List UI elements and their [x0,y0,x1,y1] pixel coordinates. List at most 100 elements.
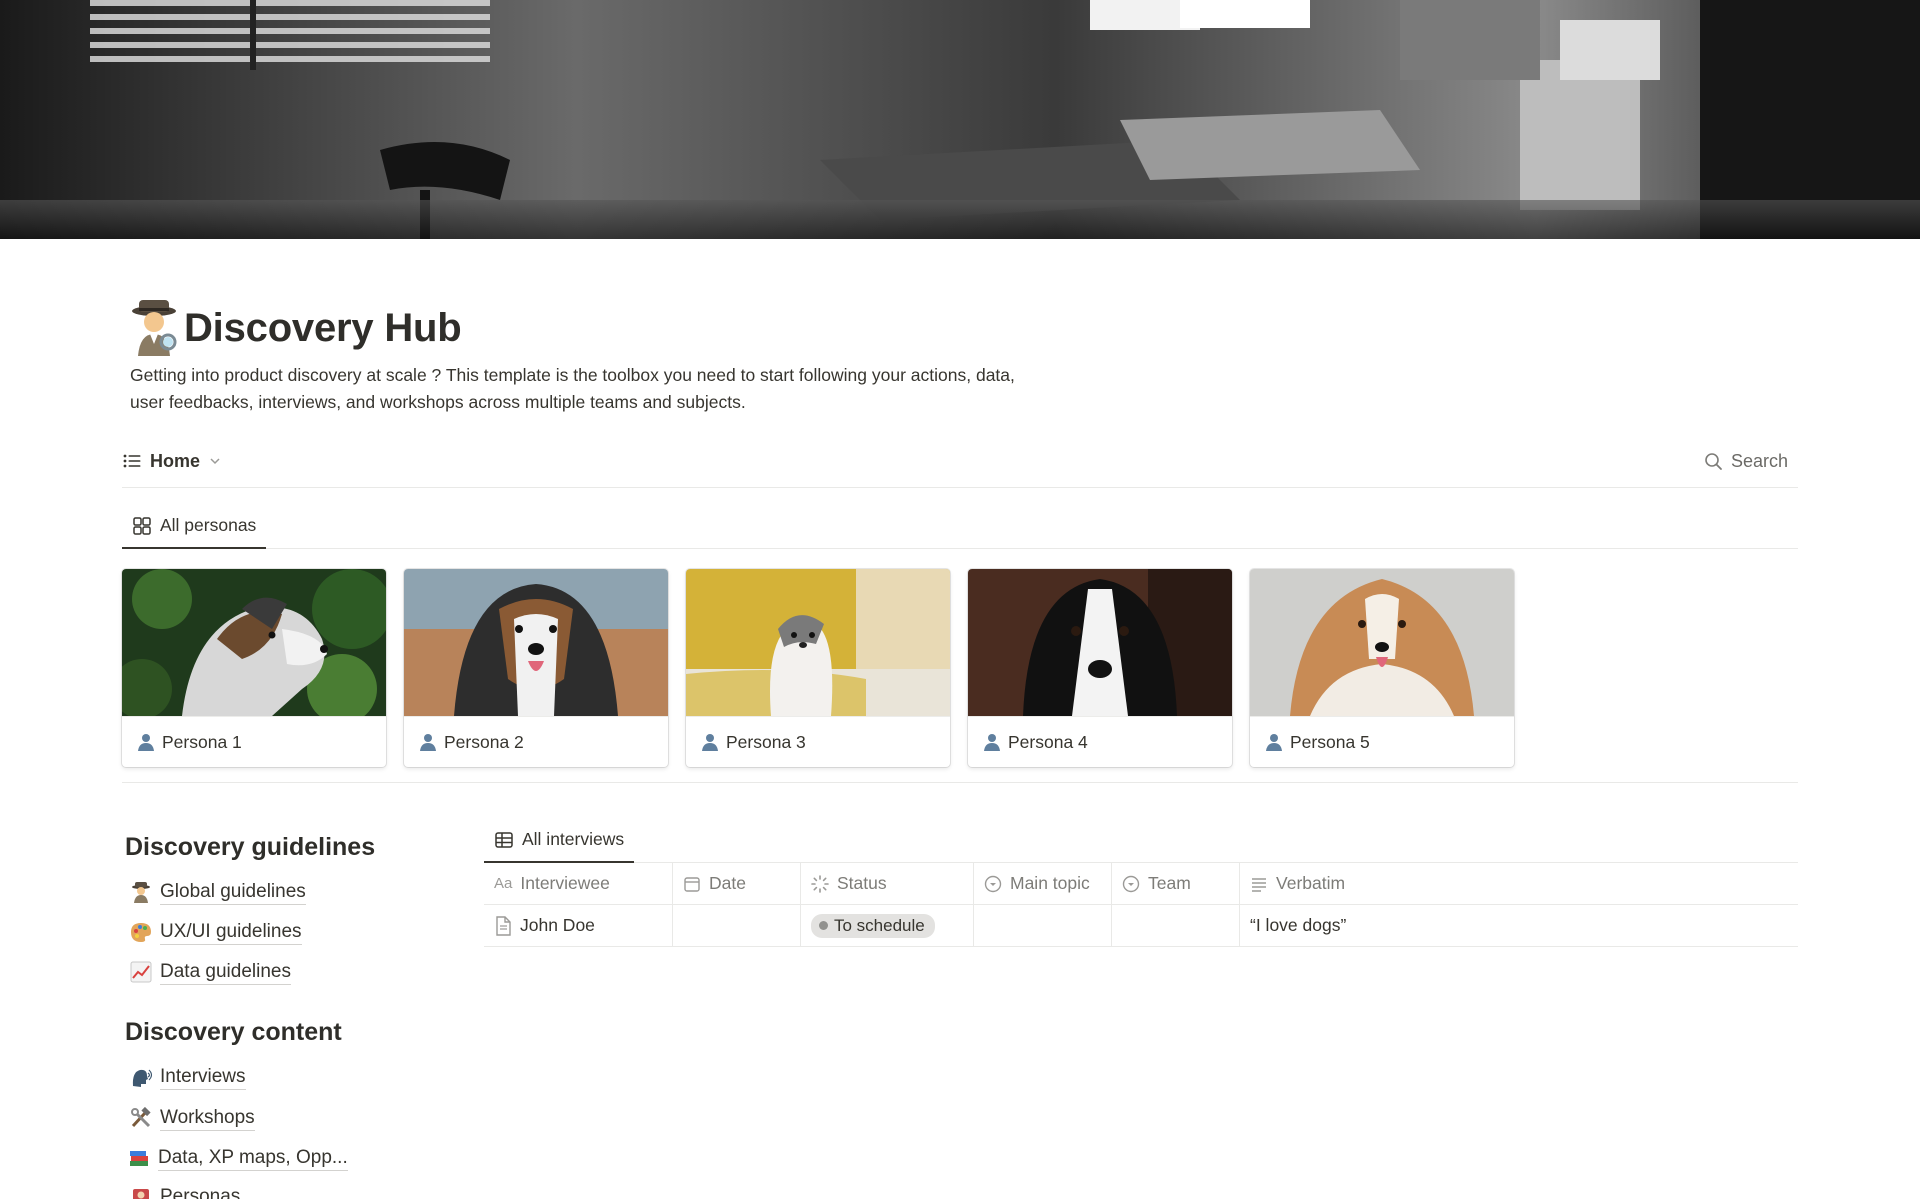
search-button[interactable]: Search [1704,446,1788,476]
persona-photo [1250,569,1514,716]
column-label: Interviewee [520,873,610,893]
persona-label-row: Persona 5 [1250,716,1514,767]
table-row[interactable]: John Doe To schedule “I love dogs” [484,905,1798,947]
text-aa-icon: Aa [494,875,513,892]
gallery-icon [133,516,151,535]
column-label: Main topic [1010,873,1090,893]
column-header-team[interactable]: Team [1111,863,1239,904]
persona-name: Persona 5 [1290,731,1370,752]
person-icon [1266,734,1282,751]
column-label: Date [709,873,746,893]
chart-increasing-icon [130,961,152,983]
detective-icon[interactable] [128,298,182,356]
verbatim-value: “I love dogs” [1250,915,1347,935]
column-label: Status [837,873,887,893]
tab-label: All interviews [522,829,625,849]
column-header-main-topic[interactable]: Main topic [973,863,1111,904]
persona-card[interactable]: Persona 1 [122,569,386,767]
description-line-2: user feedbacks, interviews, and workshop… [130,392,746,412]
persona-photo [122,569,386,716]
personas-tab-bar: All personas [122,504,1798,549]
persona-name: Persona 4 [1008,731,1088,752]
interviews-table: Aa Interviewee Date Status Main topic Te… [484,863,1798,947]
persona-card[interactable]: Persona 2 [404,569,668,767]
books-icon [130,1151,148,1166]
link-personas[interactable]: Personas [130,1182,240,1199]
description-line-1: Getting into product discovery at scale … [130,365,1015,385]
calendar-icon [684,876,700,892]
status-dot [819,921,828,930]
person-icon [984,734,1000,751]
persona-label-row: Persona 2 [404,716,668,767]
column-header-status[interactable]: Status [800,863,973,904]
page-icon [496,915,511,936]
persona-card[interactable]: Persona 4 [968,569,1232,767]
list-icon [123,454,141,468]
interviews-tab-bar: All interviews [484,818,1798,863]
column-header-verbatim[interactable]: Verbatim [1239,863,1798,904]
persona-card[interactable]: Persona 5 [1250,569,1514,767]
tab-label: All personas [160,515,257,535]
page-title[interactable]: Discovery Hub [184,298,462,358]
link-label: Data, XP maps, Opp... [158,1146,348,1171]
hammer-wrench-icon [131,1107,151,1128]
persona-name: Persona 2 [444,731,524,752]
home-view-selector[interactable]: Home [122,446,222,476]
persona-photo [404,569,668,716]
link-label: Workshops [160,1106,255,1131]
link-workshops[interactable]: Workshops [130,1103,255,1133]
persona-label-row: Persona 4 [968,716,1232,767]
search-label: Search [1730,450,1788,471]
cell-verbatim[interactable]: “I love dogs” [1239,905,1798,946]
speaking-head-icon [132,1069,152,1087]
guidelines-heading: Discovery guidelines [125,833,376,861]
persona-label-row: Persona 1 [122,716,386,767]
cell-date[interactable] [672,905,800,946]
link-label: Data guidelines [160,960,291,985]
link-label: Personas [160,1185,240,1199]
select-icon [1122,875,1140,892]
link-label: Interviews [160,1065,246,1090]
personas-gallery: Persona 1 Persona 2 Persona 3 Persona 4 … [122,569,1798,783]
link-label: Global guidelines [160,880,306,905]
link-data-xp-maps[interactable]: Data, XP maps, Opp... [128,1143,348,1173]
column-header-date[interactable]: Date [672,863,800,904]
person-icon [702,734,718,751]
home-view-label: Home [150,450,201,471]
cell-interviewee[interactable]: John Doe [484,905,672,946]
detective-icon [132,882,150,903]
link-data-guidelines[interactable]: Data guidelines [130,957,291,987]
chevron-down-icon [210,458,220,465]
page-description: Getting into product discovery at scale … [130,362,1130,416]
search-icon [1705,452,1722,470]
link-global-guidelines[interactable]: Global guidelines [130,877,306,907]
person-icon [138,734,154,751]
tab-all-interviews[interactable]: All interviews [484,818,635,863]
cell-status[interactable]: To schedule [800,905,973,946]
link-label: UX/UI guidelines [160,920,302,945]
column-label: Team [1148,873,1191,893]
column-label: Verbatim [1276,873,1346,893]
cell-main-topic[interactable] [973,905,1111,946]
status-badge: To schedule [811,913,935,938]
column-header-interviewee[interactable]: Aa Interviewee [484,863,672,904]
palette-icon [131,923,151,942]
persona-name: Persona 3 [726,731,806,752]
tab-all-personas[interactable]: All personas [122,504,267,549]
home-view-bar: Home Search [122,446,1798,488]
status-icon [811,874,829,893]
person-icon [420,734,436,751]
persona-label-row: Persona 3 [686,716,950,767]
persona-photo [686,569,950,716]
status-label: To schedule [834,915,925,935]
link-ux-ui-guidelines[interactable]: UX/UI guidelines [130,917,302,947]
persona-card[interactable]: Persona 3 [686,569,950,767]
link-interviews[interactable]: Interviews [130,1062,246,1092]
table-icon [495,831,513,848]
interviewee-name: John Doe [520,915,595,935]
table-header-row: Aa Interviewee Date Status Main topic Te… [484,863,1798,905]
person-icon [133,1189,149,1199]
text-lines-icon [1252,877,1266,892]
cell-team[interactable] [1111,905,1239,946]
content-heading: Discovery content [125,1018,342,1046]
